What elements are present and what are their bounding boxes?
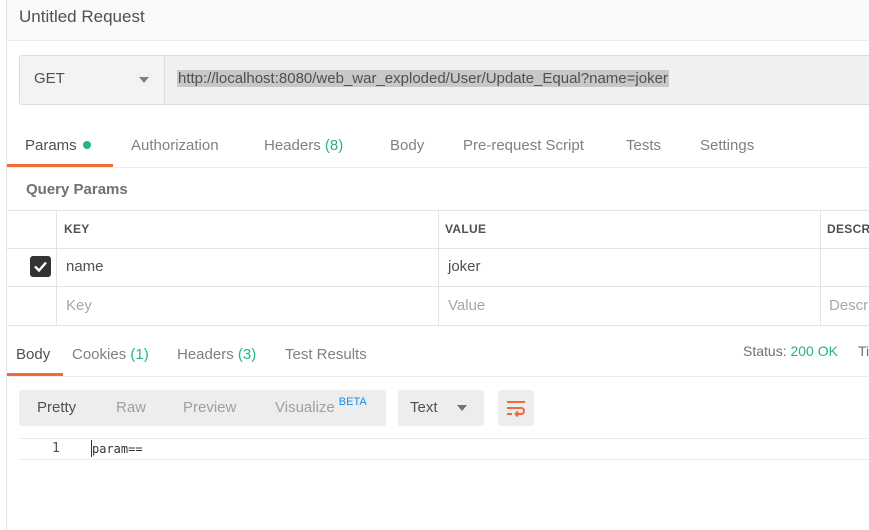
url-input[interactable]: http://localhost:8080/web_war_exploded/U… xyxy=(177,70,669,87)
new-param-value-input[interactable]: Value xyxy=(448,297,485,314)
column-header-key: KEY xyxy=(64,222,90,236)
tab-body[interactable]: Body xyxy=(390,137,424,154)
response-body-content[interactable]: param== xyxy=(92,442,143,456)
tab-authorization[interactable]: Authorization xyxy=(131,137,219,154)
response-status: Status: 200 OK xyxy=(743,343,838,359)
response-time-label: Ti xyxy=(858,343,869,359)
visualize-label: Visualize xyxy=(275,399,335,416)
params-active-dot-icon xyxy=(82,141,91,150)
query-params-title: Query Params xyxy=(26,181,128,198)
url-bar: GET http://localhost:8080/web_war_explod… xyxy=(19,55,869,105)
active-tab-indicator xyxy=(7,164,113,167)
response-tab-cookies-label: Cookies xyxy=(72,346,127,363)
table-column-divider xyxy=(438,210,439,325)
status-badge[interactable]: 200 OK xyxy=(790,343,837,359)
response-tab-cookies[interactable]: Cookies (1) xyxy=(72,346,149,363)
response-tab-cookies-count: (1) xyxy=(130,346,149,363)
column-header-value: VALUE xyxy=(445,222,487,236)
response-tabs: Body Cookies (1) Headers (3) Test Result… xyxy=(7,338,869,377)
format-select-label: Text xyxy=(410,399,438,416)
view-raw-button[interactable]: Raw xyxy=(116,399,146,416)
tab-params-label: Params xyxy=(25,137,77,154)
response-tab-headers-label: Headers xyxy=(177,346,234,363)
request-tabs: Params Authorization Headers (8) Body Pr… xyxy=(7,128,869,168)
method-select[interactable]: GET xyxy=(20,56,165,104)
tab-headers-count: (8) xyxy=(324,137,344,154)
active-response-tab-indicator xyxy=(7,373,63,376)
tab-prerequest-script[interactable]: Pre-request Script xyxy=(463,137,584,154)
tab-params[interactable]: Params xyxy=(25,137,91,154)
view-visualize-button[interactable]: Visualize BETA xyxy=(275,396,367,416)
response-body-editor[interactable] xyxy=(19,438,869,460)
table-column-divider xyxy=(820,210,821,325)
table-divider xyxy=(7,325,869,326)
chevron-down-icon xyxy=(139,77,149,83)
method-label: GET xyxy=(34,70,65,87)
response-tab-test-results[interactable]: Test Results xyxy=(285,346,367,363)
tab-headers[interactable]: Headers (8) xyxy=(264,137,343,154)
param-enabled-checkbox[interactable] xyxy=(30,256,51,277)
param-key-field[interactable]: name xyxy=(66,258,104,275)
column-header-description: DESCRI xyxy=(827,222,869,236)
view-pretty-button[interactable]: Pretty xyxy=(37,399,76,416)
request-title[interactable]: Untitled Request xyxy=(19,7,145,27)
param-value-field[interactable]: joker xyxy=(448,258,481,275)
tab-tests[interactable]: Tests xyxy=(626,137,661,154)
line-number: 1 xyxy=(52,441,60,456)
format-select[interactable]: Text xyxy=(398,390,484,426)
response-tab-headers-count: (3) xyxy=(237,346,257,363)
new-param-key-input[interactable]: Key xyxy=(66,297,92,314)
beta-badge: BETA xyxy=(338,396,367,408)
table-column-divider xyxy=(56,210,57,325)
response-view-modes: Pretty Raw Preview Visualize BETA xyxy=(19,390,386,426)
response-tab-body[interactable]: Body xyxy=(16,346,50,363)
check-icon xyxy=(34,261,47,273)
response-tab-headers[interactable]: Headers (3) xyxy=(177,346,256,363)
tab-settings[interactable]: Settings xyxy=(700,137,754,154)
view-preview-button[interactable]: Preview xyxy=(183,399,236,416)
new-param-description-input[interactable]: Descr xyxy=(829,297,868,314)
status-label: Status: xyxy=(743,343,787,359)
wrap-lines-icon xyxy=(507,401,525,418)
chevron-down-icon xyxy=(457,405,467,411)
tab-headers-label: Headers xyxy=(264,137,321,154)
wrap-lines-button[interactable] xyxy=(498,390,534,426)
